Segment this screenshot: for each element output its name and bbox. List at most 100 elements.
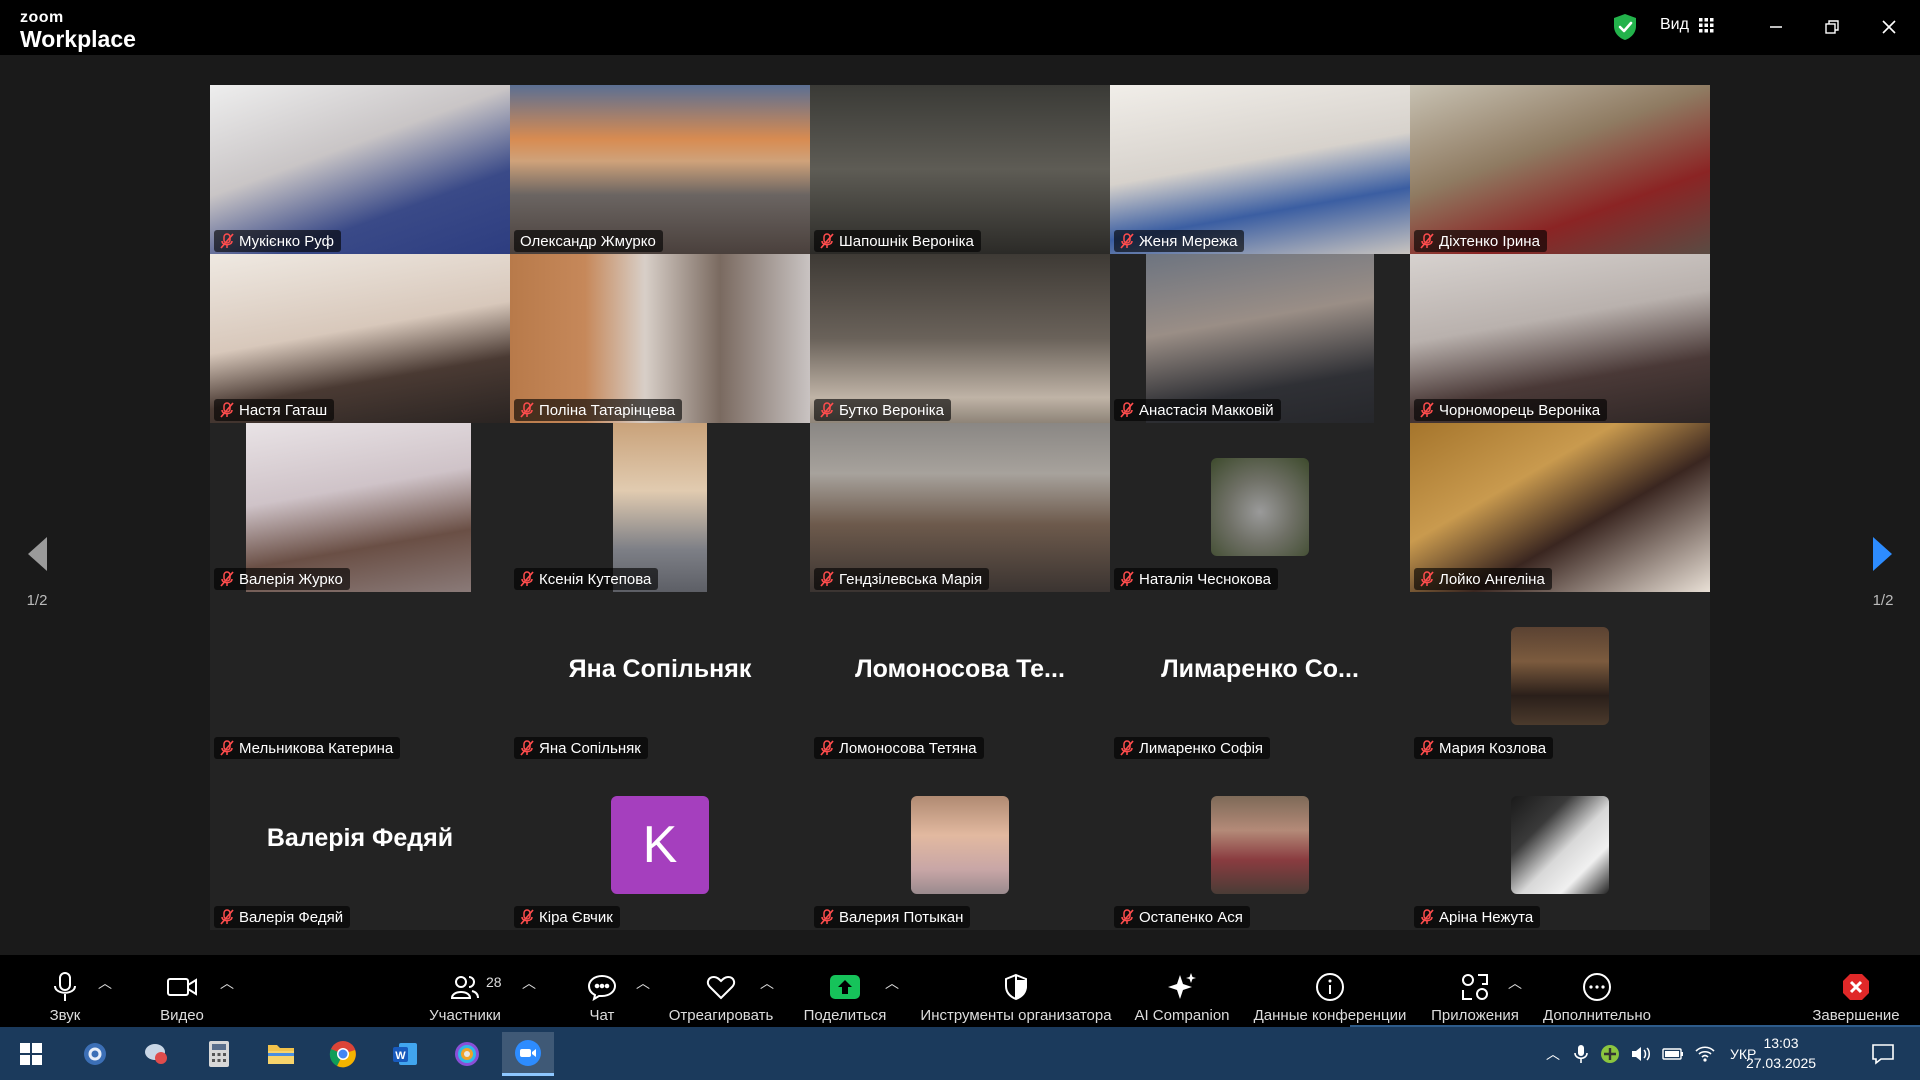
prev-page-button[interactable]: 1/2 xyxy=(12,535,62,609)
name-tag: Мария Козлова xyxy=(1414,737,1554,759)
audio-label: Звук xyxy=(49,1007,81,1024)
participants-options-caret[interactable]: ︿ xyxy=(522,973,536,993)
taskbar-app-zoom[interactable] xyxy=(502,1032,554,1076)
participant-tile[interactable]: Шапошнік Вероніка xyxy=(810,85,1110,254)
share-button[interactable]: Поделиться xyxy=(802,955,888,1027)
next-page-button[interactable]: 1/2 xyxy=(1858,535,1908,609)
name-tag: Шапошнік Вероніка xyxy=(814,230,981,252)
brand-small: zoom xyxy=(20,9,64,26)
participant-name: Валерія Федяй xyxy=(239,908,344,926)
mic-off-icon xyxy=(1420,233,1434,249)
wifi-icon[interactable] xyxy=(1694,1045,1716,1063)
share-label: Поделиться xyxy=(803,1007,887,1024)
participant-tile[interactable]: Анастасія Макковій xyxy=(1110,254,1410,423)
end-call-icon xyxy=(1843,974,1869,1000)
video-feed xyxy=(210,254,510,423)
taskbar-app-word[interactable]: W xyxy=(382,1032,428,1076)
mic-off-icon xyxy=(820,402,834,418)
participant-tile[interactable]: Діхтенко Ірина xyxy=(1410,85,1710,254)
participants-button[interactable]: Участники xyxy=(425,955,505,1027)
participant-tile-active-speaker[interactable]: Олександр Жмурко xyxy=(510,85,810,254)
restore-button[interactable] xyxy=(1816,12,1848,42)
mic-off-icon xyxy=(1120,571,1134,587)
battery-icon[interactable] xyxy=(1662,1047,1684,1061)
participant-tile[interactable]: Чорноморець Вероніка xyxy=(1410,254,1710,423)
audio-options-caret[interactable]: ︿ xyxy=(98,973,112,993)
mic-off-icon xyxy=(820,571,834,587)
encryption-shield-icon[interactable] xyxy=(1612,13,1638,41)
share-options-caret[interactable]: ︿ xyxy=(885,973,899,993)
participant-tile[interactable]: Наталія Чеснокова xyxy=(1110,423,1410,592)
mic-off-icon xyxy=(220,909,234,925)
name-tag: Ксенія Кутепова xyxy=(514,568,659,590)
participant-tile[interactable]: Гендзілевська Марія xyxy=(810,423,1110,592)
tray-security-icon[interactable] xyxy=(1600,1044,1620,1064)
participant-tile[interactable]: Женя Мережа xyxy=(1110,85,1410,254)
mic-off-icon xyxy=(1120,909,1134,925)
participant-tile[interactable]: Валерія Федяй Валерія Федяй xyxy=(210,761,510,930)
participant-display-name: Яна Сопільняк xyxy=(568,655,752,683)
participant-tile[interactable]: Мельникова Катерина xyxy=(210,592,510,761)
video-feed xyxy=(1146,254,1374,423)
react-button[interactable]: Отреагировать xyxy=(668,955,774,1027)
participant-tile[interactable]: Лойко Ангеліна xyxy=(1410,423,1710,592)
close-button[interactable] xyxy=(1873,12,1905,42)
notification-icon xyxy=(1872,1044,1894,1065)
chat-options-caret[interactable]: ︿ xyxy=(636,973,650,993)
name-tag: Женя Мережа xyxy=(1114,230,1245,252)
end-meeting-button[interactable]: Завершение xyxy=(1808,955,1904,1027)
chat-label: Чат xyxy=(589,1007,615,1024)
tray-overflow-chevron-icon[interactable]: ︿ xyxy=(1546,1044,1560,1064)
view-button[interactable]: Вид xyxy=(1660,16,1714,34)
participant-tile[interactable]: Остапенко Ася xyxy=(1110,761,1410,930)
chat-button[interactable]: Чат xyxy=(582,955,622,1027)
participant-tile[interactable]: Бутко Вероніка xyxy=(810,254,1110,423)
participant-tile[interactable]: K Кіра Євчик xyxy=(510,761,810,930)
more-button[interactable]: Дополнительно xyxy=(1540,955,1654,1027)
participant-tile[interactable]: Мукієнко Руф xyxy=(210,85,510,254)
participant-tile[interactable]: Валерия Потыкан xyxy=(810,761,1110,930)
participant-tile[interactable]: Настя Гаташ xyxy=(210,254,510,423)
taskbar-app-explorer[interactable] xyxy=(258,1032,304,1076)
participant-tile[interactable]: Ксенія Кутепова xyxy=(510,423,810,592)
participant-tile[interactable]: Лимаренко Со... Лимаренко Софія xyxy=(1110,592,1410,761)
participant-name: Яна Сопільняк xyxy=(539,739,641,757)
system-clock[interactable]: 13:03 27.03.2025 xyxy=(1740,1033,1822,1073)
taskbar-app-settings[interactable] xyxy=(72,1032,118,1076)
participant-tile[interactable]: Поліна Татарінцева xyxy=(510,254,810,423)
tray-microphone-icon[interactable] xyxy=(1574,1044,1588,1064)
taskbar-app-snipping[interactable] xyxy=(134,1032,180,1076)
ai-companion-button[interactable]: AI Companion xyxy=(1132,955,1232,1027)
participant-tile[interactable]: Мария Козлова xyxy=(1410,592,1710,761)
participant-tile[interactable]: Яна Сопільняк Яна Сопільняк xyxy=(510,592,810,761)
video-camera-icon xyxy=(167,978,197,996)
start-button[interactable] xyxy=(8,1032,54,1076)
mic-off-icon xyxy=(1120,740,1134,756)
apps-options-caret[interactable]: ︿ xyxy=(1508,973,1522,993)
photos-icon xyxy=(455,1042,479,1066)
clock-time: 13:03 xyxy=(1763,1035,1799,1051)
video-options-caret[interactable]: ︿ xyxy=(220,973,234,993)
taskbar-app-calculator[interactable] xyxy=(196,1032,242,1076)
video-button[interactable]: Видео xyxy=(152,955,212,1027)
participant-tile[interactable]: Аріна Нежута xyxy=(1410,761,1710,930)
participant-tile[interactable]: Ломоносова Те... Ломоносова Тетяна xyxy=(810,592,1110,761)
participant-name: Настя Гаташ xyxy=(239,401,328,419)
notifications-button[interactable] xyxy=(1860,1032,1906,1076)
snipping-tool-icon xyxy=(145,1044,167,1064)
react-options-caret[interactable]: ︿ xyxy=(760,973,774,993)
volume-icon[interactable] xyxy=(1630,1044,1652,1064)
mic-off-icon xyxy=(520,571,534,587)
name-tag: Аріна Нежута xyxy=(1414,906,1541,928)
taskbar-app-photos[interactable] xyxy=(444,1032,490,1076)
minimize-button[interactable] xyxy=(1760,12,1792,42)
host-tools-button[interactable]: Инструменты организатора xyxy=(916,955,1116,1027)
taskbar-app-chrome[interactable] xyxy=(320,1032,366,1076)
participant-name: Ксенія Кутепова xyxy=(539,570,652,588)
host-tools-label: Инструменты организатора xyxy=(920,1007,1112,1024)
name-tag: Валерія Журко xyxy=(214,568,350,590)
video-label: Видео xyxy=(160,1007,204,1024)
participant-tile[interactable]: Валерія Журко xyxy=(210,423,510,592)
meeting-info-button[interactable]: Данные конференции xyxy=(1250,955,1410,1027)
audio-button[interactable]: Звук xyxy=(40,955,90,1027)
